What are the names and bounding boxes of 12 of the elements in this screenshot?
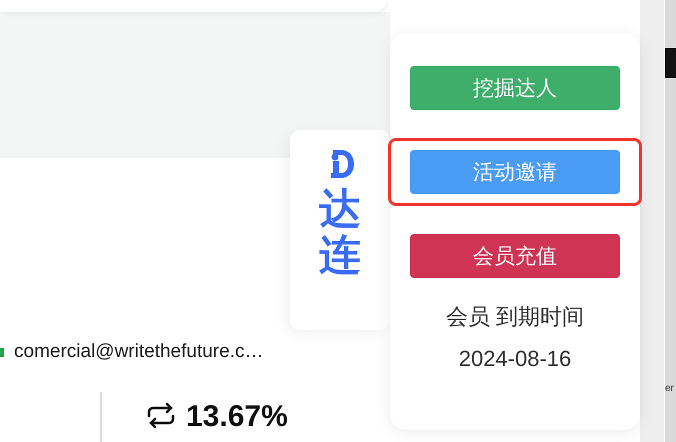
status-marker [0, 348, 4, 356]
action-button[interactable]: 挖掘达人 [410, 66, 620, 110]
action-button[interactable]: 会员充值 [410, 234, 620, 278]
expiry-date: 2024-08-16 [458, 345, 572, 373]
code-text: er [665, 383, 675, 394]
action-button[interactable]: 活动邀请 [410, 150, 620, 194]
email-text: comercial@writethefuture.c… [14, 341, 264, 363]
stat-value: 13.67% [186, 402, 288, 432]
repeat-icon [146, 402, 176, 428]
brand-tab[interactable]: 达连 [290, 130, 390, 330]
membership-label: 会员 到期时间 [446, 303, 584, 331]
brand-name: 达连 [319, 186, 361, 278]
